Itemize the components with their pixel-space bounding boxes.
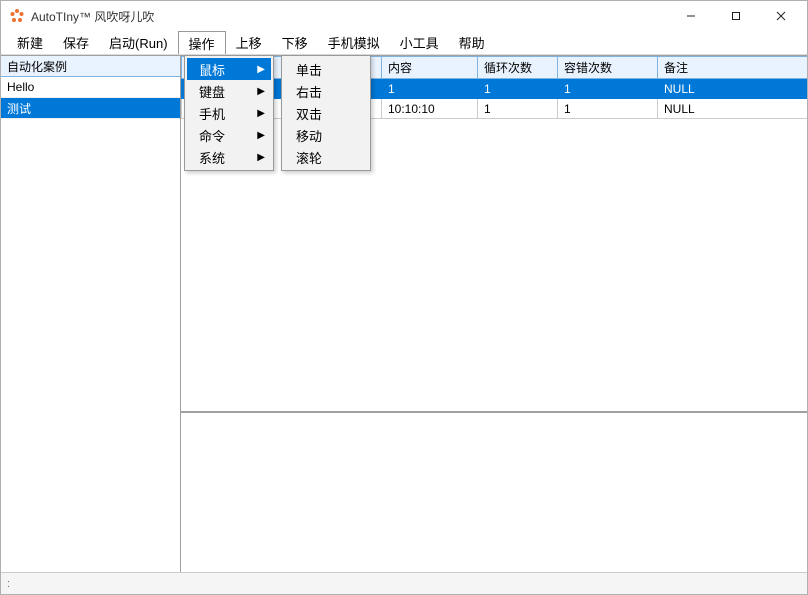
minimize-button[interactable] — [668, 2, 713, 30]
menu-启动(Run)[interactable]: 启动(Run) — [99, 31, 178, 54]
menu-bar: 新建保存启动(Run)操作上移下移手机模拟小工具帮助 — [1, 31, 807, 55]
table-cell[interactable]: NULL — [658, 79, 808, 99]
dropdown-item-键盘[interactable]: 键盘▶ — [187, 80, 271, 102]
submenu-item-移动[interactable]: 移动 — [284, 124, 368, 146]
mouse-submenu: 单击右击双击移动滚轮 — [281, 55, 371, 171]
menu-下移[interactable]: 下移 — [272, 31, 318, 54]
dropdown-item-鼠标[interactable]: 鼠标▶ — [187, 58, 271, 80]
menu-小工具[interactable]: 小工具 — [390, 31, 449, 54]
app-icon — [9, 8, 25, 24]
submenu-item-滚轮[interactable]: 滚轮 — [284, 146, 368, 168]
chevron-right-icon: ▶ — [257, 108, 265, 119]
sidebar: 自动化案例 Hello测试 — [1, 56, 181, 572]
main-panel: 操作内容循环次数容错次数备注 111NULL10:10:1011NULL — [181, 56, 807, 572]
dropdown-item-系统[interactable]: 系统▶ — [187, 146, 271, 168]
window-title: AutoTIny™ 风吹呀儿吹 — [31, 8, 668, 25]
menu-手机模拟[interactable]: 手机模拟 — [318, 31, 390, 54]
content-area: 自动化案例 Hello测试 操作内容循环次数容错次数备注 111NULL10:1… — [1, 55, 807, 572]
chevron-right-icon: ▶ — [257, 152, 265, 163]
menu-保存[interactable]: 保存 — [53, 31, 99, 54]
sidebar-item[interactable]: Hello — [1, 77, 180, 98]
column-header[interactable]: 容错次数 — [558, 57, 658, 79]
dropdown-item-命令[interactable]: 命令▶ — [187, 124, 271, 146]
table-cell[interactable]: NULL — [658, 99, 808, 119]
table-cell[interactable]: 1 — [558, 99, 658, 119]
maximize-button[interactable] — [713, 2, 758, 30]
status-bar: : — [1, 572, 807, 594]
data-grid[interactable]: 操作内容循环次数容错次数备注 111NULL10:10:1011NULL — [181, 56, 807, 119]
submenu-item-单击[interactable]: 单击 — [284, 58, 368, 80]
sidebar-item[interactable]: 测试 — [1, 98, 180, 119]
menu-上移[interactable]: 上移 — [226, 31, 272, 54]
chevron-right-icon: ▶ — [257, 130, 265, 141]
close-button[interactable] — [758, 2, 803, 30]
chevron-right-icon: ▶ — [257, 64, 265, 75]
log-pane — [181, 412, 807, 572]
table-cell[interactable]: 1 — [478, 99, 558, 119]
operation-dropdown: 鼠标▶键盘▶手机▶命令▶系统▶ — [184, 55, 274, 171]
column-header[interactable]: 备注 — [658, 57, 808, 79]
submenu-item-右击[interactable]: 右击 — [284, 80, 368, 102]
dropdown-item-手机[interactable]: 手机▶ — [187, 102, 271, 124]
table-row[interactable]: 111NULL — [182, 79, 808, 99]
menu-新建[interactable]: 新建 — [7, 31, 53, 54]
app-window: AutoTIny™ 风吹呀儿吹 新建保存启动(Run)操作上移下移手机模拟小工具… — [0, 0, 808, 595]
submenu-item-双击[interactable]: 双击 — [284, 102, 368, 124]
column-header[interactable]: 循环次数 — [478, 57, 558, 79]
table-cell[interactable]: 10:10:10 — [382, 99, 478, 119]
table-row[interactable]: 10:10:1011NULL — [182, 99, 808, 119]
menu-操作[interactable]: 操作 — [178, 31, 226, 54]
title-bar: AutoTIny™ 风吹呀儿吹 — [1, 1, 807, 31]
menu-帮助[interactable]: 帮助 — [449, 31, 495, 54]
table-cell[interactable]: 1 — [478, 79, 558, 99]
window-buttons — [668, 2, 803, 30]
chevron-right-icon: ▶ — [257, 86, 265, 97]
sidebar-header: 自动化案例 — [1, 56, 180, 77]
table-cell[interactable]: 1 — [382, 79, 478, 99]
status-text: : — [7, 578, 10, 590]
column-header[interactable]: 内容 — [382, 57, 478, 79]
grid-area: 操作内容循环次数容错次数备注 111NULL10:10:1011NULL — [181, 56, 807, 412]
table-cell[interactable]: 1 — [558, 79, 658, 99]
grid-header-row: 操作内容循环次数容错次数备注 — [182, 57, 808, 79]
